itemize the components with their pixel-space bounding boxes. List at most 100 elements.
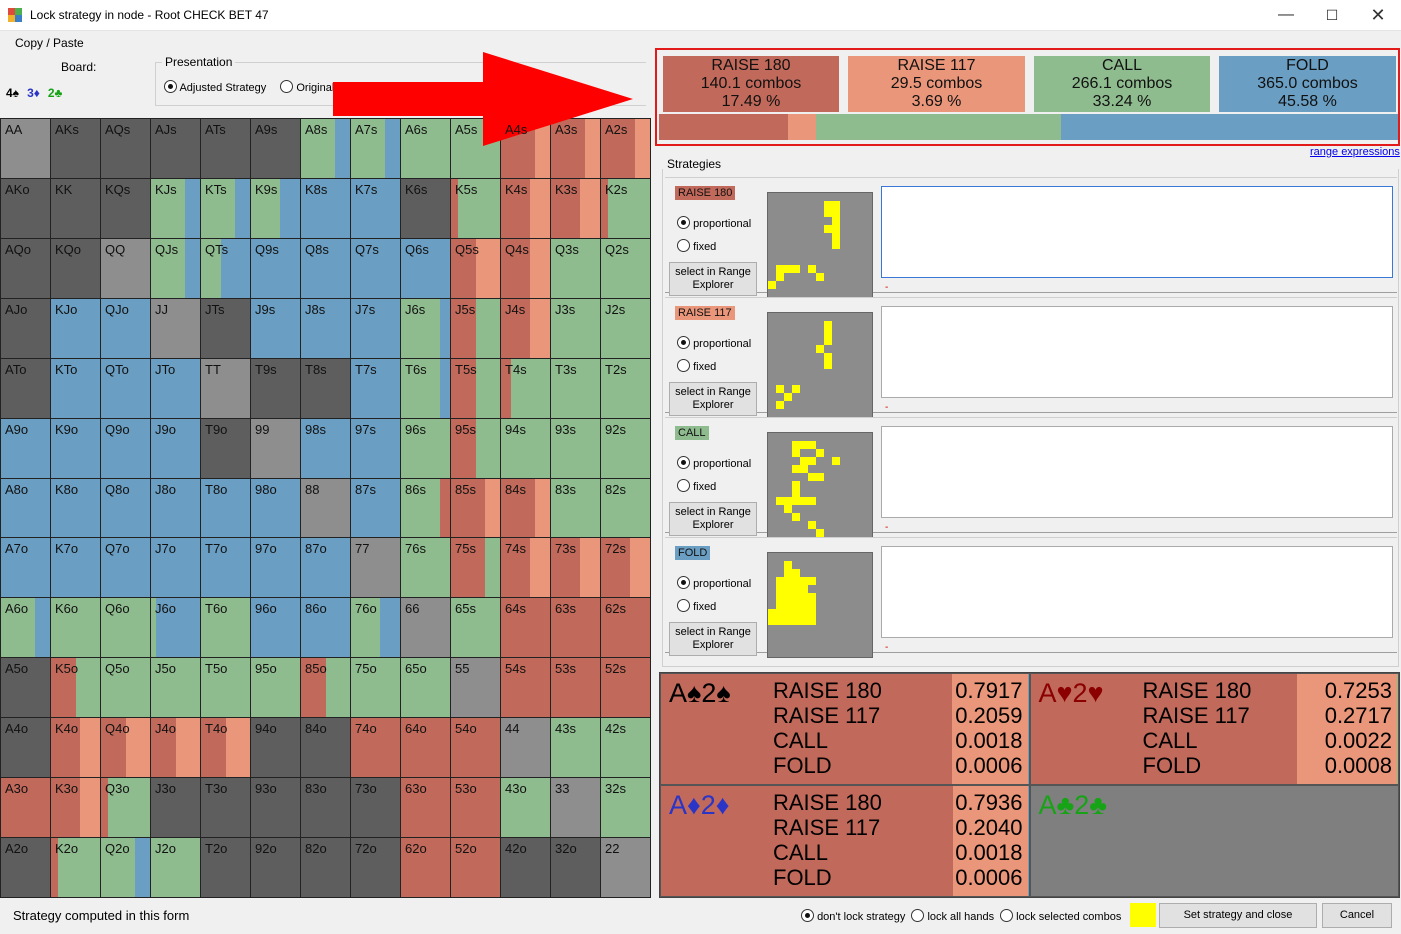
hand-cell[interactable]: J6s [401, 298, 451, 359]
hand-cell[interactable]: AQo [1, 238, 51, 299]
hand-cell[interactable]: Q8s [301, 238, 351, 299]
select-in-range-explorer-button[interactable]: select in Range Explorer [669, 262, 757, 296]
hand-cell[interactable]: 55 [451, 658, 501, 719]
hand-cell[interactable]: KJs [151, 178, 201, 239]
hand-cell[interactable]: 74s [501, 538, 551, 599]
hand-cell[interactable]: JJ [151, 298, 201, 359]
hand-cell[interactable]: QTs [201, 238, 251, 299]
hand-cell[interactable]: 63o [401, 778, 451, 839]
hand-cell[interactable]: 96o [251, 598, 301, 659]
hand-cell[interactable]: T6o [201, 598, 251, 659]
hand-cell[interactable]: 64o [401, 718, 451, 779]
hand-cell[interactable]: Q5o [101, 658, 151, 719]
proportional-radio[interactable]: proportional [677, 216, 751, 230]
hand-cell[interactable]: K4s [501, 178, 551, 239]
hand-cell[interactable]: T3s [551, 358, 601, 419]
hand-cell[interactable]: J7s [351, 298, 401, 359]
maximize-icon[interactable]: ☐ [1309, 0, 1355, 30]
hand-cell[interactable]: 72o [351, 838, 401, 898]
hand-cell[interactable]: T2o [201, 838, 251, 898]
hand-cell[interactable]: 94o [251, 718, 301, 779]
proportional-radio[interactable]: proportional [677, 456, 751, 470]
hand-cell[interactable]: 66 [401, 598, 451, 659]
summary-fold[interactable]: FOLD 365.0 combos 45.58 % [1219, 56, 1396, 112]
hand-cell[interactable]: K3s [551, 178, 601, 239]
hand-cell[interactable]: QTo [101, 358, 151, 419]
hand-cell[interactable]: 86o [301, 598, 351, 659]
proportional-radio[interactable]: proportional [677, 576, 751, 590]
hand-cell[interactable]: Q5s [451, 238, 501, 299]
hand-cell[interactable]: Q6s [401, 238, 451, 299]
summary-raise-117[interactable]: RAISE 117 29.5 combos 3.69 % [848, 56, 1025, 112]
hand-cell[interactable]: Q3s [551, 238, 601, 299]
hand-cell[interactable]: AJo [1, 298, 51, 359]
hand-cell[interactable]: Q9o [101, 418, 151, 479]
hand-cell[interactable]: 52s [601, 658, 651, 719]
hand-cell[interactable]: J5o [151, 658, 201, 719]
hand-cell[interactable]: A3o [1, 778, 51, 839]
hand-cell[interactable]: K8s [301, 178, 351, 239]
hand-cell[interactable]: K3o [51, 778, 101, 839]
hand-cell[interactable]: KJo [51, 298, 101, 359]
hand-cell[interactable]: A2o [1, 838, 51, 898]
hand-cell[interactable]: 93s [551, 418, 601, 479]
hand-cell[interactable]: A6o [1, 598, 51, 659]
hand-cell[interactable]: KQs [101, 178, 151, 239]
hand-cell[interactable]: J8o [151, 478, 201, 539]
hand-cell[interactable]: K5o [51, 658, 101, 719]
hand-cell[interactable]: J9o [151, 418, 201, 479]
fixed-radio[interactable]: fixed [677, 359, 716, 373]
hand-cell[interactable]: 65s [451, 598, 501, 659]
hand-cell[interactable]: 73s [551, 538, 601, 599]
hand-cell[interactable]: 52o [451, 838, 501, 898]
hand-cell[interactable]: 64s [501, 598, 551, 659]
cancel-button[interactable]: Cancel [1322, 903, 1392, 928]
hand-cell[interactable]: JTs [201, 298, 251, 359]
hand-cell[interactable]: 82o [301, 838, 351, 898]
hand-cell[interactable]: 76o [351, 598, 401, 659]
hand-cell[interactable]: T9o [201, 418, 251, 479]
hand-cell[interactable]: 62o [401, 838, 451, 898]
hand-cell[interactable]: K2s [601, 178, 651, 239]
hand-cell[interactable]: A8o [1, 478, 51, 539]
hand-cell[interactable]: QJo [101, 298, 151, 359]
hand-cell[interactable]: T2s [601, 358, 651, 419]
hand-cell[interactable]: Q4s [501, 238, 551, 299]
hand-cell[interactable]: 83s [551, 478, 601, 539]
hand-cell[interactable]: 32s [601, 778, 651, 839]
hand-cell[interactable]: Q8o [101, 478, 151, 539]
fixed-radio[interactable]: fixed [677, 479, 716, 493]
hand-cell[interactable]: J3s [551, 298, 601, 359]
close-icon[interactable]: ✕ [1355, 0, 1401, 30]
hand-cell[interactable]: T6s [401, 358, 451, 419]
proportional-radio[interactable]: proportional [677, 336, 751, 350]
hand-cell[interactable]: K8o [51, 478, 101, 539]
hand-cell[interactable]: Q6o [101, 598, 151, 659]
hand-cell[interactable]: J7o [151, 538, 201, 599]
hand-cell[interactable]: K5s [451, 178, 501, 239]
hand-cell[interactable]: K4o [51, 718, 101, 779]
hand-cell[interactable]: Q9s [251, 238, 301, 299]
hand-cell[interactable]: QJs [151, 238, 201, 299]
minimize-icon[interactable]: — [1263, 0, 1309, 30]
hand-cell[interactable]: A7o [1, 538, 51, 599]
hand-cell[interactable]: 92s [601, 418, 651, 479]
hand-cell[interactable]: 99 [251, 418, 301, 479]
strategy-text-input[interactable] [881, 186, 1393, 278]
hand-cell[interactable]: A4o [1, 718, 51, 779]
hand-cell[interactable]: 22 [601, 838, 651, 898]
hand-cell[interactable]: AKo [1, 178, 51, 239]
hand-cell[interactable]: J3o [151, 778, 201, 839]
hand-cell[interactable]: 86s [401, 478, 451, 539]
hand-cell[interactable]: 73o [351, 778, 401, 839]
adjusted-strategy-radio[interactable]: Adjusted Strategy [164, 80, 266, 94]
hand-cell[interactable]: 97s [351, 418, 401, 479]
select-in-range-explorer-button[interactable]: select in Range Explorer [669, 622, 757, 656]
hand-cell[interactable]: J4s [501, 298, 551, 359]
hand-cell[interactable]: Q2s [601, 238, 651, 299]
highlight-color-swatch[interactable] [1130, 903, 1156, 927]
hand-cell[interactable]: 54s [501, 658, 551, 719]
hand-cell[interactable]: T5s [451, 358, 501, 419]
original-radio[interactable]: Original [280, 80, 334, 94]
hand-cell[interactable]: T5o [201, 658, 251, 719]
